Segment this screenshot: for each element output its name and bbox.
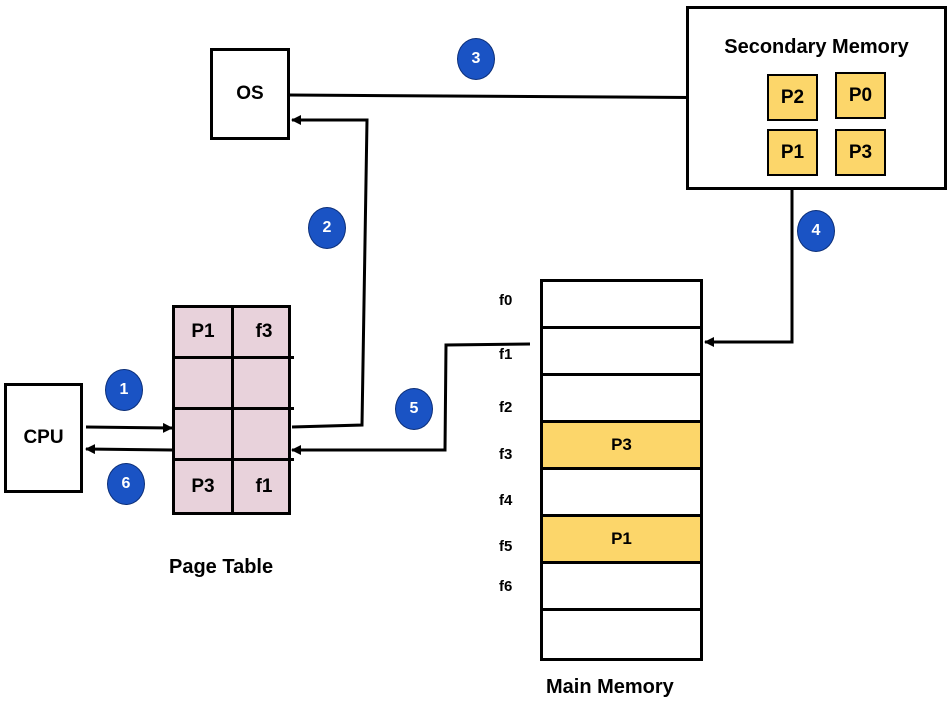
page-table-cell: f3 — [234, 308, 294, 359]
frame-label: f6 — [499, 578, 513, 595]
page-label: P0 — [848, 84, 873, 106]
arrow-step-2 — [291, 115, 369, 429]
memory-frame — [543, 611, 700, 658]
step-badge-1: 1 — [105, 369, 143, 411]
step-badge-5: 5 — [395, 388, 433, 430]
memory-frame — [543, 329, 700, 376]
page-table-cell: P3 — [175, 461, 234, 512]
page-label: P2 — [780, 86, 805, 108]
frame-label: f2 — [499, 399, 513, 416]
os-box: OS — [210, 48, 290, 140]
memory-frame — [543, 470, 700, 517]
secondary-page-p2: P2 — [767, 74, 818, 121]
arrow-step-1 — [85, 422, 173, 433]
memory-frame: P1 — [543, 517, 700, 564]
os-label: OS — [236, 83, 264, 104]
arrow-step-4 — [704, 176, 794, 347]
memory-frame — [543, 564, 700, 611]
page-table-cell — [175, 410, 234, 461]
memory-frame: P3 — [543, 423, 700, 470]
memory-frame — [543, 376, 700, 423]
page-label: P3 — [848, 141, 873, 163]
cpu-label: CPU — [23, 427, 64, 448]
page-label: P1 — [780, 141, 805, 163]
secondary-memory-title: Secondary Memory — [724, 36, 909, 58]
frame-label: f4 — [499, 492, 513, 509]
cpu-box: CPU — [4, 383, 83, 493]
step-badge-2: 2 — [308, 207, 346, 249]
frame-label: f3 — [499, 446, 513, 463]
page-table-cell: f1 — [255, 475, 273, 497]
main-memory-title: Main Memory — [546, 676, 674, 698]
step-badge-4: 4 — [797, 210, 835, 252]
memory-frame — [543, 282, 700, 329]
page-table-cell — [234, 359, 294, 410]
secondary-page-p1: P1 — [767, 129, 818, 176]
secondary-page-p3: P3 — [835, 129, 886, 176]
page-table-title: Page Table — [169, 556, 274, 578]
secondary-page-p0: P0 — [835, 72, 886, 119]
step-badge-3: 3 — [457, 38, 495, 80]
arrow-step-6 — [85, 444, 173, 455]
frame-label: f0 — [499, 292, 513, 309]
step-badge-6: 6 — [107, 463, 145, 505]
page-table-cell: P1 — [175, 308, 234, 359]
page-table-cell — [234, 410, 294, 461]
page-table-cell — [175, 359, 234, 410]
page-table: P1 f3 P3 f1 — [172, 305, 294, 515]
frame-label: f5 — [499, 538, 513, 555]
frame-label: f1 — [499, 346, 513, 363]
main-memory: P3 P1 — [540, 279, 703, 661]
